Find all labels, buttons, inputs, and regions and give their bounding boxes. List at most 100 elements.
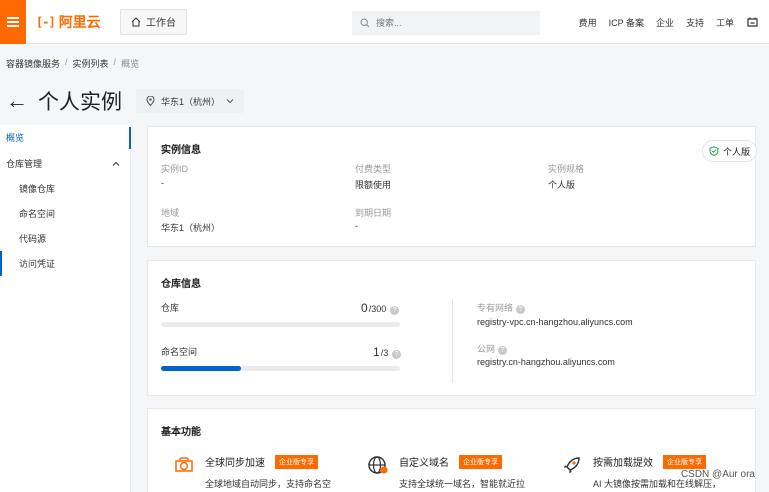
vertical-divider bbox=[452, 299, 453, 383]
help-icon[interactable]: ? bbox=[516, 305, 526, 314]
cart-icon[interactable] bbox=[746, 16, 759, 29]
repo-quota-progress bbox=[161, 322, 400, 327]
repo-used: 0 bbox=[361, 301, 368, 315]
search-box[interactable] bbox=[352, 11, 540, 35]
feature-name: 自定义域名 bbox=[399, 458, 449, 469]
breadcrumb-separator: / bbox=[65, 57, 68, 67]
global-sync-icon bbox=[175, 457, 193, 472]
basic-features-card: 基本功能 全球同步加速 企业版专享 全球地域自动同步，支持命名空 自定义域名 企业版… bbox=[147, 408, 756, 492]
chevron-up-icon bbox=[112, 161, 120, 166]
vpc-endpoint-value[interactable]: registry-vpc.cn-hangzhou.aliyuncs.com bbox=[477, 317, 633, 327]
top-navigation-bar: [-] 阿里云 工作台 费用 ICP 备案 企业 支持 工单 bbox=[0, 0, 769, 44]
vpc-endpoint-label: 专有网络? bbox=[477, 301, 526, 314]
card-title: 仓库信息 bbox=[161, 279, 201, 290]
csdn-watermark: CSDN @Aur ora bbox=[680, 469, 755, 480]
version-badge-label: 个人版 bbox=[722, 146, 750, 157]
title-row: ← 个人实例 华东1（杭州） bbox=[6, 86, 245, 116]
sidebar: 概览 仓库管理 镜像仓库 命名空间 代码源 访问凭证 bbox=[0, 125, 131, 492]
field-value-region: 华东1（杭州） bbox=[161, 223, 221, 233]
chevron-down-icon bbox=[226, 99, 234, 104]
namespace-quota-label: 命名空间 bbox=[161, 347, 198, 357]
sidebar-item-label: 仓库管理 bbox=[6, 159, 43, 169]
repo-info-card: 仓库信息 仓库 0 /300 ? 命名空间 1 /3 ? 专有网络? regis… bbox=[147, 260, 756, 396]
top-link-icp[interactable]: ICP 备案 bbox=[609, 16, 644, 29]
help-icon[interactable]: ? bbox=[392, 350, 402, 359]
vpc-endpoint-label-text: 专有网络 bbox=[477, 303, 514, 313]
repo-quota-label: 仓库 bbox=[161, 303, 180, 313]
region-selector[interactable]: 华东1（杭州） bbox=[136, 89, 245, 113]
logo-text: 阿里云 bbox=[58, 13, 101, 30]
breadcrumb-separator: / bbox=[113, 57, 117, 67]
breadcrumb-current: 概览 bbox=[121, 59, 140, 69]
feature-description: 支持全球统一域名，智能就近拉 bbox=[399, 479, 526, 489]
sidebar-item-access-credentials[interactable]: 访问凭证 bbox=[0, 251, 130, 276]
repo-quota-count: 0 /300 ? bbox=[361, 301, 400, 315]
card-title: 实例信息 bbox=[161, 145, 201, 156]
sidebar-item-repo-management[interactable]: 仓库管理 bbox=[0, 151, 130, 176]
enterprise-tag: 企业版专享 bbox=[459, 454, 502, 469]
rocket-icon bbox=[564, 457, 580, 473]
top-link-enterprise[interactable]: 企业 bbox=[656, 16, 674, 29]
logo-mark: [-] bbox=[36, 14, 56, 29]
sidebar-item-overview[interactable]: 概览 bbox=[0, 125, 131, 150]
instance-info-card: 实例信息 个人版 实例ID - 付费类型 限额使用 实例规格 个人版 地域 华东… bbox=[147, 126, 757, 247]
namespace-quota-progress bbox=[161, 366, 400, 371]
help-icon[interactable]: ? bbox=[390, 306, 400, 315]
hamburger-menu-button[interactable] bbox=[0, 0, 26, 44]
field-label-instance-spec: 实例规格 bbox=[548, 164, 585, 174]
enterprise-tag: 企业版专享 bbox=[663, 454, 706, 469]
feature-name: 按需加载提效 bbox=[593, 458, 653, 469]
home-icon bbox=[131, 16, 141, 26]
location-pin-icon bbox=[146, 96, 155, 106]
field-label-billing-type: 付费类型 bbox=[355, 164, 392, 174]
feature-name: 全球同步加速 bbox=[205, 458, 265, 469]
workbench-button[interactable]: 工作台 bbox=[120, 8, 187, 35]
field-label-region: 地域 bbox=[161, 208, 180, 218]
sidebar-item-label: 命名空间 bbox=[19, 209, 56, 219]
feature-description: 全球地域自动同步，支持命名空 bbox=[205, 479, 332, 489]
sidebar-item-label: 概览 bbox=[6, 133, 25, 143]
sidebar-item-namespaces[interactable]: 命名空间 bbox=[0, 201, 130, 226]
help-icon[interactable]: ? bbox=[498, 346, 508, 355]
enterprise-tag: 企业版专享 bbox=[275, 454, 318, 469]
public-endpoint-value[interactable]: registry.cn-hangzhou.aliyuncs.com bbox=[477, 357, 615, 367]
field-value-instance-spec: 个人版 bbox=[548, 180, 576, 190]
search-input[interactable] bbox=[376, 18, 526, 28]
breadcrumb: 容器镜像服务 / 实例列表 / 概览 bbox=[6, 57, 139, 70]
page-title: 个人实例 bbox=[38, 91, 122, 114]
namespace-quota-count: 1 /3 ? bbox=[373, 345, 402, 359]
workbench-label: 工作台 bbox=[146, 18, 176, 29]
field-label-expiry-date: 到期日期 bbox=[355, 208, 392, 218]
aliyun-logo[interactable]: [-] 阿里云 bbox=[36, 12, 116, 32]
version-badge: 个人版 bbox=[701, 140, 757, 162]
namespace-limit: /3 bbox=[380, 348, 389, 358]
feature-global-sync[interactable]: 全球同步加速 企业版专享 全球地域自动同步，支持命名空 bbox=[173, 454, 331, 490]
breadcrumb-registry[interactable]: 容器镜像服务 bbox=[6, 57, 60, 70]
region-label: 华东1（杭州） bbox=[161, 96, 221, 107]
sidebar-item-image-repos[interactable]: 镜像仓库 bbox=[0, 176, 130, 201]
repo-limit: /300 bbox=[368, 304, 387, 314]
top-link-ticket[interactable]: 工单 bbox=[716, 16, 734, 29]
field-label-instance-id: 实例ID bbox=[161, 164, 189, 174]
sidebar-item-label: 镜像仓库 bbox=[19, 184, 56, 194]
namespace-used: 1 bbox=[373, 345, 380, 359]
top-link-billing[interactable]: 费用 bbox=[579, 16, 597, 29]
search-icon bbox=[360, 18, 370, 28]
field-value-instance-id: - bbox=[161, 178, 164, 188]
public-endpoint-label-text: 公网 bbox=[477, 344, 496, 354]
feature-custom-domain[interactable]: 自定义域名 企业版专享 支持全球统一域名，智能就近拉 bbox=[367, 454, 525, 490]
sidebar-item-label: 代码源 bbox=[19, 234, 47, 244]
top-link-support[interactable]: 支持 bbox=[686, 16, 704, 29]
shield-check-icon bbox=[709, 146, 719, 156]
card-title: 基本功能 bbox=[161, 427, 201, 438]
back-arrow-icon[interactable]: ← bbox=[6, 90, 28, 112]
globe-icon bbox=[368, 456, 388, 474]
sidebar-item-code-source[interactable]: 代码源 bbox=[0, 226, 130, 251]
field-value-expiry-date: - bbox=[355, 221, 358, 231]
top-links: 费用 ICP 备案 企业 支持 工单 bbox=[579, 0, 759, 44]
public-endpoint-label: 公网? bbox=[477, 342, 508, 355]
menu-icon bbox=[7, 20, 19, 23]
breadcrumb-instances[interactable]: 实例列表 bbox=[73, 57, 109, 70]
namespace-quota-progress-fill bbox=[161, 366, 241, 371]
sidebar-item-label: 访问凭证 bbox=[19, 259, 56, 269]
